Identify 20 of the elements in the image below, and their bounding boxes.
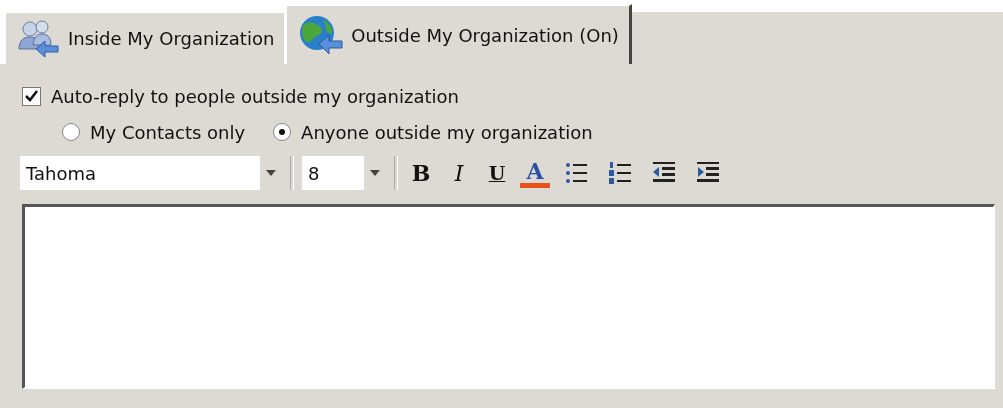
color-button[interactable]: A: [520, 158, 550, 188]
tab[interactable]: Outside My Organization (On): [285, 4, 632, 64]
font-dropdown[interactable]: Tahoma: [20, 156, 282, 190]
radio-label: Anyone outside my organization: [301, 121, 593, 143]
radio-button[interactable]: [273, 123, 292, 141]
message-field[interactable]: [22, 204, 995, 389]
radio-button[interactable]: [62, 123, 80, 141]
size-dropdown[interactable]: 8: [302, 156, 386, 190]
checkbox-label: Auto-reply to people outside my organization: [51, 85, 459, 107]
bold-button[interactable]: B: [406, 156, 436, 190]
globe-icon: [297, 14, 344, 56]
underline-button[interactable]: U: [482, 156, 512, 190]
numbering-icon: [606, 159, 634, 187]
people-icon: [16, 18, 60, 59]
dropdown-arrow-icon: [370, 170, 380, 176]
radio-label: My Contacts only: [90, 121, 246, 143]
italic-button[interactable]: I: [444, 156, 474, 190]
tab[interactable]: Inside My Organization: [5, 12, 286, 64]
dropdown-arrow-icon: [266, 170, 276, 176]
checkbox[interactable]: [22, 86, 41, 106]
